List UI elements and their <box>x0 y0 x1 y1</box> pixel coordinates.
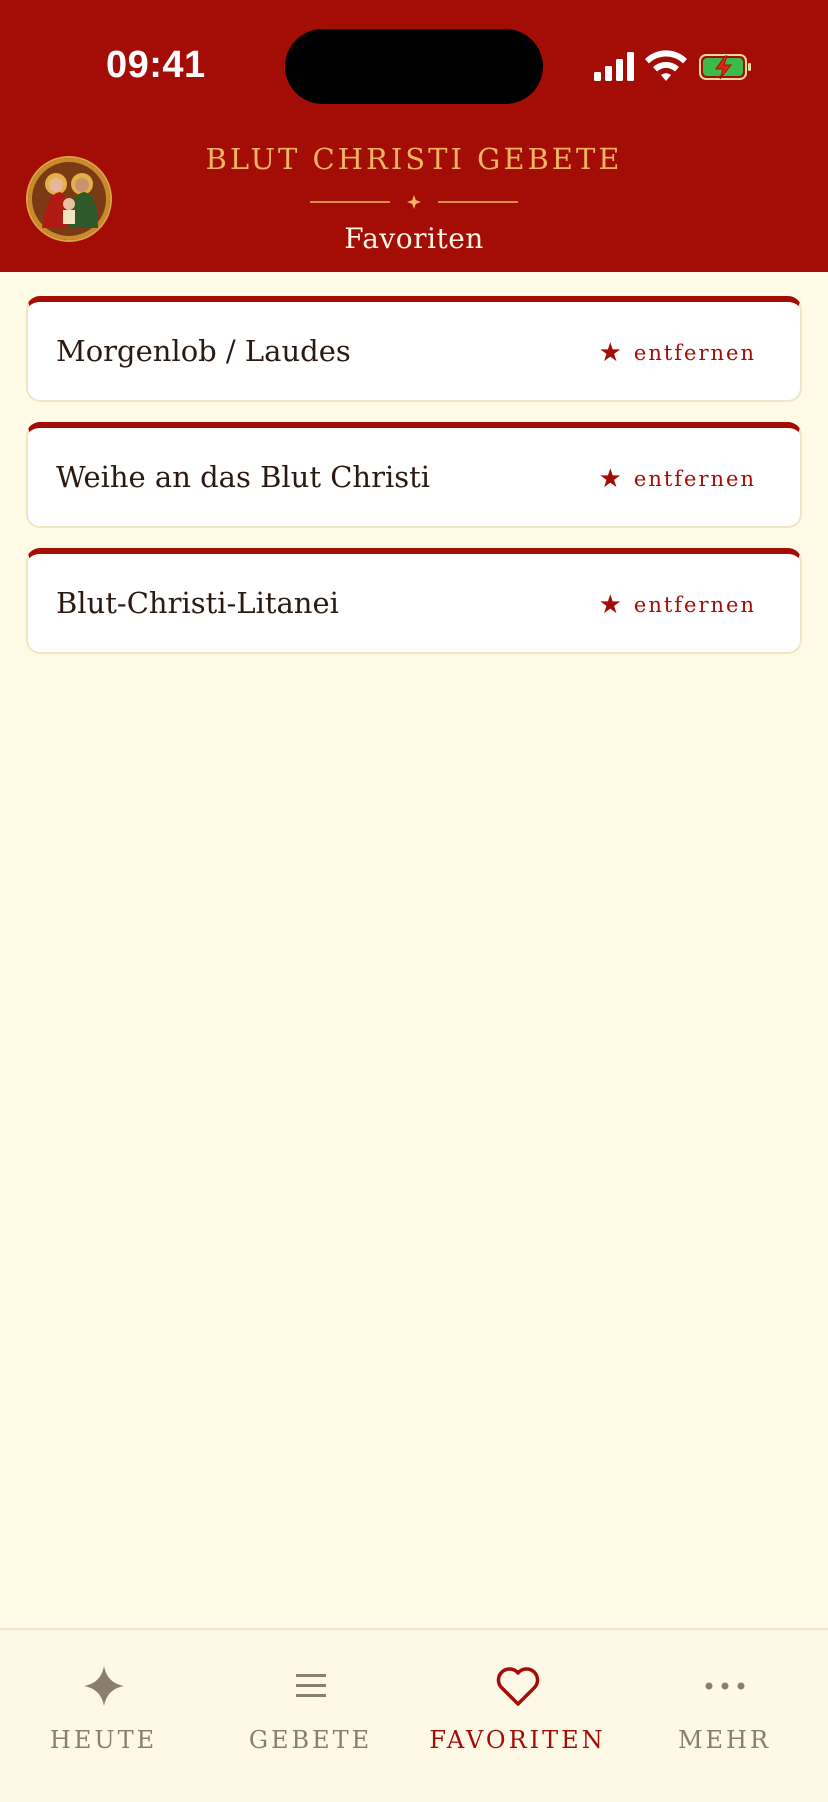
tab-heute[interactable]: HEUTE <box>0 1630 207 1802</box>
favorite-title: Weihe an das Blut Christi <box>56 460 431 494</box>
favorite-title: Morgenlob / Laudes <box>56 334 351 368</box>
remove-label: entfernen <box>633 467 756 491</box>
tab-label: HEUTE <box>49 1726 158 1754</box>
favorites-list: Morgenlob / Laudes ★ entfernen Weihe an … <box>26 296 802 674</box>
tab-label: GEBETE <box>248 1726 373 1754</box>
status-icons <box>594 50 751 81</box>
tab-favoriten[interactable]: FAVORITEN <box>414 1630 621 1802</box>
favorite-card[interactable]: Blut-Christi-Litanei ★ entfernen <box>26 548 802 654</box>
app-header: 09:41 BLUT CHRISTI GEBETE Favoriten <box>0 0 828 272</box>
star-icon: ★ <box>598 464 624 494</box>
favorite-card[interactable]: Weihe an das Blut Christi ★ entfernen <box>26 422 802 528</box>
favorite-title: Blut-Christi-Litanei <box>56 586 339 620</box>
tab-mehr[interactable]: MEHR <box>621 1630 828 1802</box>
sparkle-divider-icon <box>407 195 421 209</box>
cellular-signal-icon <box>594 52 634 81</box>
star-icon: ★ <box>598 590 624 620</box>
tab-gebete[interactable]: GEBETE <box>207 1630 414 1802</box>
remove-favorite-button[interactable]: ★ entfernen <box>599 464 756 494</box>
battery-charging-icon <box>699 54 751 80</box>
sparkle-icon <box>83 1666 124 1706</box>
remove-label: entfernen <box>633 341 756 365</box>
page-subtitle: Favoriten <box>344 222 484 255</box>
status-time: 09:41 <box>106 44 206 86</box>
remove-label: entfernen <box>633 593 756 617</box>
tab-bar: HEUTE GEBETE FAVORITEN MEHR <box>0 1628 828 1802</box>
star-icon: ★ <box>598 338 624 368</box>
list-icon <box>295 1674 326 1697</box>
app-title: BLUT CHRISTI GEBETE <box>205 142 623 176</box>
title-divider <box>310 195 518 209</box>
favorite-card[interactable]: Morgenlob / Laudes ★ entfernen <box>26 296 802 402</box>
remove-favorite-button[interactable]: ★ entfernen <box>599 590 756 620</box>
heart-icon <box>496 1667 539 1706</box>
remove-favorite-button[interactable]: ★ entfernen <box>599 338 756 368</box>
more-icon <box>705 1682 744 1690</box>
dynamic-island <box>285 29 543 104</box>
wifi-icon <box>645 50 687 81</box>
tab-label: FAVORITEN <box>429 1726 606 1754</box>
tab-label: MEHR <box>677 1726 772 1754</box>
